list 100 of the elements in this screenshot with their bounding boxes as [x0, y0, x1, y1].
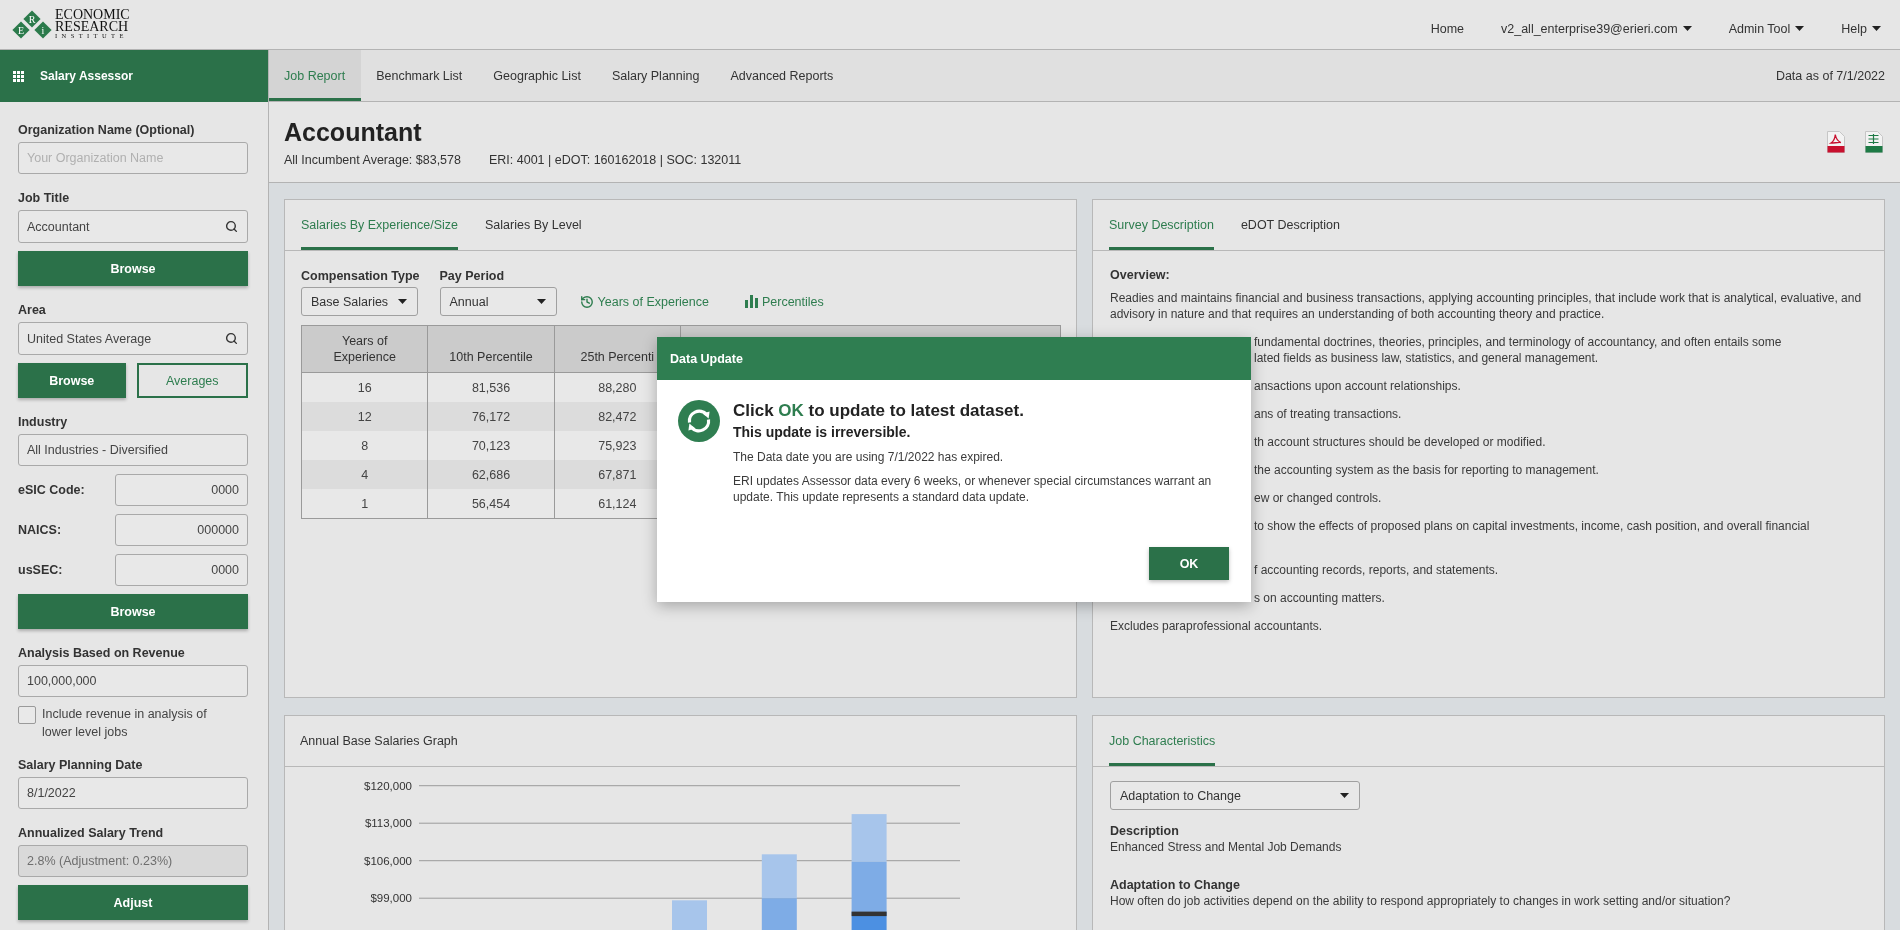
- caret-icon: [536, 299, 546, 304]
- action-button[interactable]: Adjust: [18, 885, 248, 920]
- field-label: Salary Planning Date: [18, 757, 144, 773]
- average-salary: All Incumbent Average: $83,578: [284, 151, 461, 168]
- panel-tab[interactable]: Job Characteristics: [1109, 716, 1216, 766]
- nav-menu[interactable]: v2_all_enterprise39@erieri.com: [1501, 21, 1692, 36]
- paragraph: ansactions upon account relationships.: [1254, 378, 1461, 394]
- logo-mark: E R i: [12, 10, 52, 39]
- text-field[interactable]: 100,000,000: [18, 665, 248, 697]
- panel-title: Annual Base Salaries Graph: [300, 734, 458, 748]
- ok-button[interactable]: OK: [1149, 547, 1229, 580]
- paragraph: ew or changed controls.: [1254, 490, 1382, 506]
- table-cell: 82,472: [598, 409, 637, 424]
- text-field[interactable]: 8/1/2022: [18, 777, 248, 809]
- table-cell: 4: [361, 467, 369, 482]
- dropdown[interactable]: Annual: [439, 287, 557, 316]
- grid-icon[interactable]: [13, 70, 24, 82]
- detail-label: Description: [1110, 823, 1180, 839]
- action-button[interactable]: Browse: [18, 594, 248, 629]
- dialog-heading: Click OK to update to latest dataset.: [733, 400, 1025, 422]
- nav-tab[interactable]: Salary Planning: [596, 50, 716, 101]
- job-codes: ERI: 4001 | eDOT: 160162018 | SOC: 132011: [489, 151, 742, 168]
- field-label: Job Title: [18, 190, 71, 206]
- field-label: Compensation Type: [301, 268, 420, 284]
- action-button[interactable]: Browse: [18, 363, 126, 398]
- paragraph: s on accounting matters.: [1254, 590, 1385, 606]
- code-field[interactable]: 0000: [115, 474, 248, 506]
- paragraph: ans of treating transactions.: [1254, 406, 1402, 422]
- caret-icon: [1872, 26, 1881, 31]
- table-cell: 76,172: [471, 409, 511, 424]
- job-title: Accountant: [284, 116, 423, 147]
- search-icon[interactable]: [225, 332, 238, 345]
- table-cell: 75,923: [598, 438, 637, 453]
- search-icon[interactable]: [225, 220, 238, 233]
- nav-tab[interactable]: Benchmark List: [361, 50, 479, 101]
- dialog-title: Data Update: [670, 351, 743, 366]
- table-cell: 81,536: [471, 380, 511, 395]
- panel-tab[interactable]: Salaries By Experience/Size: [301, 200, 459, 250]
- nav-tab[interactable]: Advanced Reports: [715, 50, 850, 101]
- refresh-icon: [678, 400, 720, 442]
- table-cell: 88,280: [598, 380, 637, 395]
- table-cell: 62,686: [471, 467, 511, 482]
- text-field[interactable]: All Industries - Diversified: [18, 434, 248, 466]
- pdf-icon[interactable]: [1827, 131, 1845, 153]
- field-label: Organization Name (Optional): [18, 122, 196, 138]
- outline-button[interactable]: Averages: [136, 363, 248, 398]
- code-field[interactable]: 000000: [115, 514, 248, 546]
- dialog-text: The Data date you are using 7/1/2022 has expired.: [733, 449, 1005, 465]
- spreadsheet-icon[interactable]: [1865, 131, 1883, 153]
- field-label: eSIC Code:: [18, 483, 85, 497]
- caret-icon: [1340, 793, 1349, 798]
- field-label: Industry: [18, 414, 69, 430]
- paragraph: th account structures should be developed or modified.: [1254, 434, 1546, 450]
- data-date: Data as of 7/1/2022: [1775, 68, 1886, 83]
- bar-segment: [761, 854, 797, 899]
- panel-tab[interactable]: eDOT Description: [1240, 200, 1340, 250]
- table-cell: 12: [357, 409, 372, 424]
- checkbox[interactable]: [18, 706, 36, 724]
- field-label: Analysis Based on Revenue: [18, 645, 186, 661]
- dialog-subheading: This update is irreversible.: [733, 423, 912, 441]
- paragraph: Readies and maintains financial and business transactions, applying accounting principles, that include work that is analytical, evaluative, and advisory in nature and that requires an understanding of both accounting theory and practice.: [1110, 290, 1863, 322]
- code-field[interactable]: 0000: [115, 554, 248, 586]
- bar-segment: [851, 814, 887, 862]
- table-cell: 56,454: [471, 496, 511, 511]
- axis-tick-label: $120,000: [364, 779, 412, 792]
- action-button[interactable]: Browse: [18, 251, 248, 286]
- dropdown[interactable]: Base Salaries: [301, 287, 418, 316]
- paragraph: f accounting records, reports, and statements.: [1254, 562, 1499, 578]
- table-cell: 67,871: [598, 467, 637, 482]
- dropdown[interactable]: Adaptation to Change: [1110, 781, 1360, 810]
- search-field[interactable]: United States Average: [18, 322, 248, 355]
- nav-tab[interactable]: Geographic List: [478, 50, 597, 101]
- panel-tab[interactable]: Survey Description: [1109, 200, 1214, 250]
- field-label: Pay Period: [439, 268, 506, 284]
- search-field[interactable]: Accountant: [18, 210, 248, 243]
- bar-chart-icon: [744, 295, 758, 308]
- view-link[interactable]: Percentiles: [744, 294, 824, 309]
- field-label: usSEC:: [18, 563, 63, 577]
- panel-tab[interactable]: Salaries By Level: [485, 200, 582, 250]
- checkbox-label: Include revenue in analysis of lower level jobs: [42, 706, 208, 741]
- axis-tick-label: $113,000: [364, 817, 412, 830]
- caret-icon: [1795, 26, 1805, 31]
- nav-menu[interactable]: Admin Tool: [1728, 21, 1805, 36]
- nav-link[interactable]: Home: [1430, 21, 1464, 36]
- view-link[interactable]: Years of Experience: [579, 294, 709, 309]
- detail-value: Enhanced Stress and Mental Job Demands: [1110, 839, 1343, 855]
- table-cell: 8: [361, 438, 369, 453]
- table-cell: 61,124: [598, 496, 637, 511]
- column-header: 10th Percentile: [449, 349, 533, 365]
- text-field[interactable]: Your Organization Name: [18, 142, 248, 174]
- caret-icon: [1682, 26, 1692, 31]
- history-icon: [579, 294, 594, 309]
- bar-segment: [672, 900, 707, 930]
- field-label: Annualized Salary Trend: [18, 825, 165, 841]
- paragraph: Excludes paraprofessional accountants.: [1110, 618, 1323, 634]
- nav-tab[interactable]: Job Report: [269, 50, 362, 101]
- detail-value: How often do job activities depend on the ability to respond appropriately to changes in work setting and/or situation?: [1110, 893, 1732, 909]
- nav-menu[interactable]: Help: [1841, 21, 1881, 36]
- paragraph: the accounting system as the basis for reporting to management.: [1254, 462, 1599, 478]
- field-label: NAICS:: [18, 523, 62, 537]
